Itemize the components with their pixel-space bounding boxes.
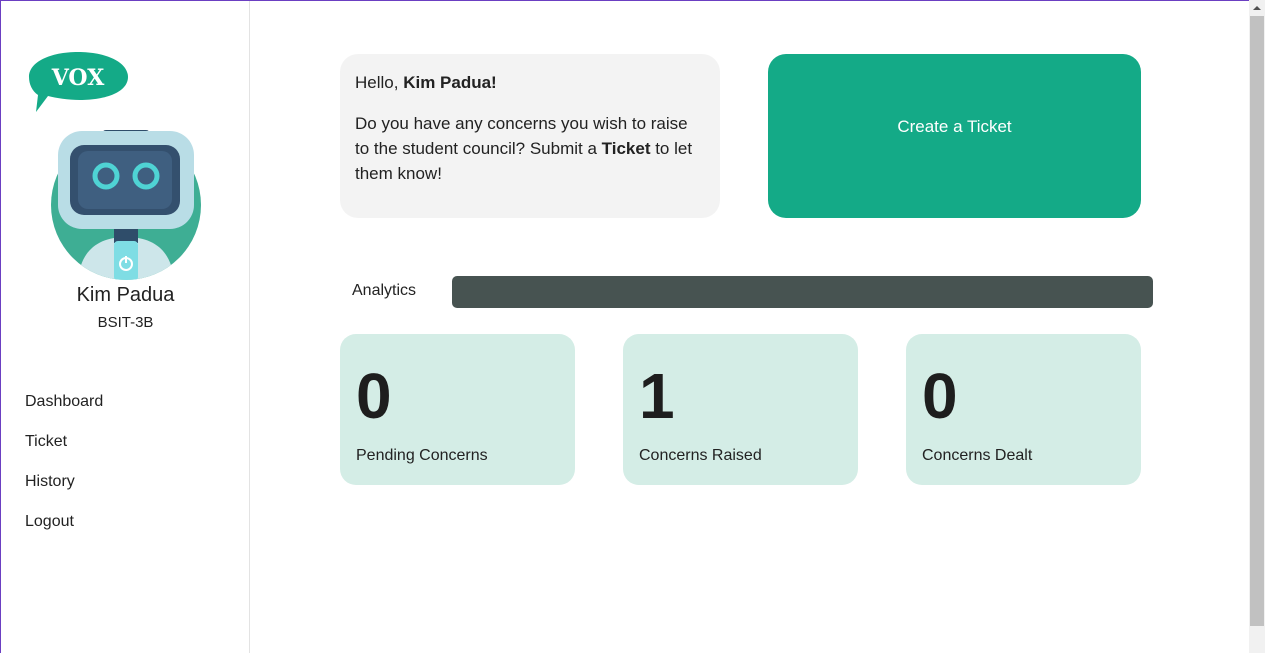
sidebar: VOX Kim Padua BSIT-3B Dashboard Ticket H… (1, 1, 250, 653)
sidebar-item-dashboard[interactable]: Dashboard (25, 391, 103, 431)
analytics-heading: Analytics (352, 282, 417, 299)
greeting: Hello, Kim Padua! (355, 70, 705, 95)
stat-card-dealt: 0 Concerns Dealt (906, 334, 1141, 485)
vox-logo-icon[interactable]: VOX (28, 51, 130, 113)
welcome-message: Do you have any concerns you wish to rai… (355, 111, 705, 186)
greeting-prefix: Hello, (355, 73, 404, 92)
sidebar-item-logout[interactable]: Logout (25, 511, 103, 551)
stat-card-raised: 1 Concerns Raised (623, 334, 858, 485)
create-ticket-button[interactable]: Create a Ticket (768, 54, 1141, 218)
analytics-divider-bar (452, 276, 1153, 308)
robot-avatar-icon (50, 129, 202, 281)
welcome-message-bold: Ticket (601, 139, 651, 158)
sidebar-item-history[interactable]: History (25, 471, 103, 511)
scroll-up-arrow-icon[interactable] (1249, 0, 1265, 16)
stat-value: 0 (356, 360, 392, 432)
logo-text: VOX (51, 65, 105, 91)
scrollbar-thumb[interactable] (1250, 16, 1264, 626)
vertical-scrollbar[interactable] (1249, 0, 1265, 653)
stat-card-pending: 0 Pending Concerns (340, 334, 575, 485)
sidebar-nav: Dashboard Ticket History Logout (25, 391, 103, 551)
sidebar-item-ticket[interactable]: Ticket (25, 431, 103, 471)
welcome-card: Hello, Kim Padua! Do you have any concer… (340, 54, 720, 218)
stat-value: 1 (639, 360, 675, 432)
stat-label: Concerns Dealt (922, 447, 1033, 464)
user-section: BSIT-3B (97, 314, 154, 331)
stat-value: 0 (922, 360, 958, 432)
greeting-name: Kim Padua! (403, 73, 497, 92)
stat-label: Pending Concerns (356, 447, 488, 464)
user-name: Kim Padua (76, 284, 175, 306)
stat-label: Concerns Raised (639, 447, 762, 464)
